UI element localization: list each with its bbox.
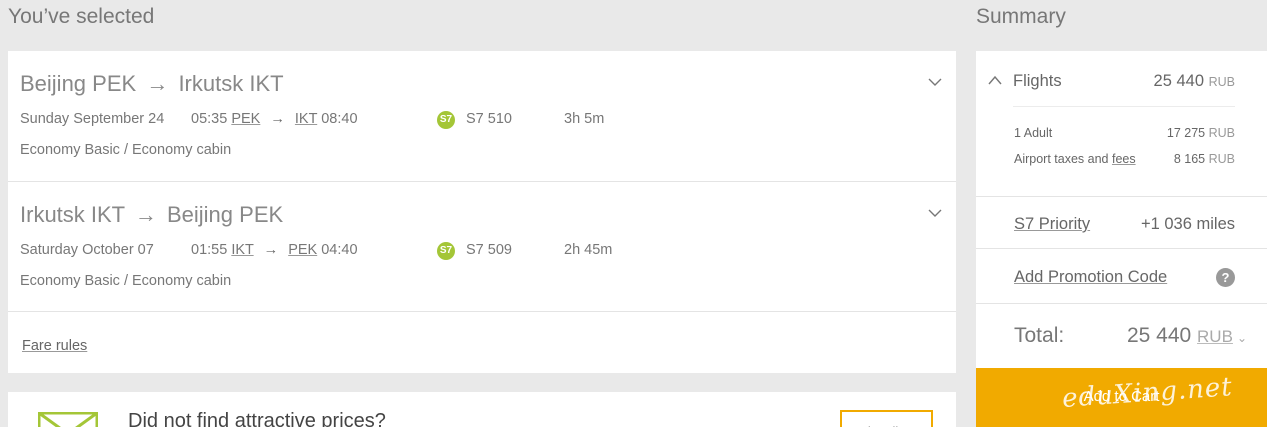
currency: RUB bbox=[1208, 152, 1235, 166]
flights-price: 25 440 RUB bbox=[1154, 72, 1235, 91]
taxes-label-text: Airport taxes and bbox=[1014, 152, 1112, 166]
flight-times: 01:55 IKT → PEK 04:40 bbox=[191, 242, 358, 258]
question-circle-icon[interactable]: ? bbox=[1216, 268, 1235, 287]
departure-airport[interactable]: PEK bbox=[231, 111, 260, 127]
taxes-price: 8 165 RUB bbox=[1174, 152, 1235, 166]
divider bbox=[1013, 106, 1235, 107]
flight-duration: 3h 5m bbox=[564, 111, 605, 127]
subscribe-button[interactable]: Subscribe bbox=[840, 410, 933, 427]
envelope-icon bbox=[38, 412, 98, 427]
arrow-right-icon: → bbox=[146, 71, 169, 96]
arrow-right-icon: → bbox=[134, 202, 157, 227]
departure-time: 05:35 bbox=[191, 111, 228, 127]
arrival-airport[interactable]: IKT bbox=[295, 111, 317, 127]
cabin-class: Economy Basic / Economy cabin bbox=[20, 142, 232, 158]
fare-rules-link[interactable]: Fare rules bbox=[22, 338, 87, 354]
arrival-time: 08:40 bbox=[321, 111, 358, 127]
adult-amount: 17 275 bbox=[1166, 126, 1206, 140]
add-promotion-code-link[interactable]: Add Promotion Code bbox=[1014, 268, 1167, 287]
cabin-class: Economy Basic / Economy cabin bbox=[20, 273, 232, 289]
arrival-time: 04:40 bbox=[321, 242, 358, 258]
chevron-up-icon[interactable] bbox=[988, 75, 1002, 85]
price-subscribe-card: Did not find attractive prices? Subscrib… bbox=[8, 392, 956, 427]
departure-airport[interactable]: IKT bbox=[231, 242, 253, 258]
summary-heading: Summary bbox=[976, 5, 1066, 28]
selected-flights-card: Beijing PEK → Irkutsk IKT Sunday Septemb… bbox=[8, 51, 956, 373]
summary-priority-row: S7 Priority +1 036 miles bbox=[976, 197, 1267, 249]
s7-logo-icon: S7 bbox=[437, 111, 455, 129]
chevron-down-icon[interactable]: ⌄ bbox=[1237, 331, 1247, 345]
flight-times: 05:35 PEK → IKT 08:40 bbox=[191, 111, 358, 127]
origin-city: Irkutsk IKT bbox=[20, 202, 125, 227]
flight-number: S7 509 bbox=[466, 242, 512, 258]
taxes-label: Airport taxes and fees bbox=[1014, 152, 1136, 166]
promo-headline: Did not find attractive prices? bbox=[128, 410, 386, 427]
destination-city: Beijing PEK bbox=[166, 202, 284, 227]
arrow-right-icon: → bbox=[270, 111, 285, 127]
flight-duration: 2h 45m bbox=[564, 242, 613, 258]
departure-time: 01:55 bbox=[191, 242, 228, 258]
destination-city: Irkutsk IKT bbox=[178, 71, 284, 96]
priority-miles: +1 036 miles bbox=[1140, 215, 1235, 233]
summary-flights-section: Flights 25 440 RUB 1 Adult 17 275 RUB Ai… bbox=[976, 51, 1267, 197]
route-title: Irkutsk IKT → Beijing PEK bbox=[20, 202, 283, 228]
flights-label[interactable]: Flights bbox=[1013, 72, 1062, 91]
arrival-airport[interactable]: PEK bbox=[288, 242, 317, 258]
adult-label: 1 Adult bbox=[1014, 126, 1053, 140]
summary-promo-row: Add Promotion Code ? bbox=[976, 249, 1267, 304]
chevron-down-icon[interactable] bbox=[928, 75, 942, 89]
taxes-amount: 8 165 bbox=[1173, 152, 1206, 166]
total-amount: 25 440 bbox=[1126, 324, 1192, 347]
currency-selector[interactable]: RUB bbox=[1197, 327, 1233, 346]
fare-rules-row: Fare rules bbox=[8, 311, 956, 373]
fees-link[interactable]: fees bbox=[1112, 152, 1136, 166]
flight-leg-outbound[interactable]: Beijing PEK → Irkutsk IKT Sunday Septemb… bbox=[8, 51, 956, 181]
total-price: 25 440 RUB ⌄ bbox=[1127, 324, 1247, 348]
summary-panel: Flights 25 440 RUB 1 Adult 17 275 RUB Ai… bbox=[976, 51, 1267, 368]
total-label: Total: bbox=[1014, 324, 1065, 347]
currency: RUB bbox=[1208, 126, 1235, 140]
chevron-down-icon[interactable] bbox=[928, 206, 942, 220]
flight-date: Saturday October 07 bbox=[20, 242, 154, 258]
arrow-right-icon: → bbox=[263, 242, 279, 258]
selected-heading: You’ve selected bbox=[8, 5, 155, 28]
s7-priority-link[interactable]: S7 Priority bbox=[1014, 215, 1090, 234]
flight-date: Sunday September 24 bbox=[20, 111, 165, 127]
adult-price: 17 275 RUB bbox=[1167, 126, 1235, 140]
flight-number: S7 510 bbox=[466, 111, 512, 127]
s7-logo-icon: S7 bbox=[437, 242, 455, 260]
origin-city: Beijing PEK bbox=[20, 71, 137, 96]
route-title: Beijing PEK → Irkutsk IKT bbox=[20, 71, 284, 97]
flight-leg-return[interactable]: Irkutsk IKT → Beijing PEK Saturday Octob… bbox=[8, 181, 956, 311]
flights-amount: 25 440 bbox=[1153, 72, 1204, 90]
currency: RUB bbox=[1208, 75, 1235, 89]
